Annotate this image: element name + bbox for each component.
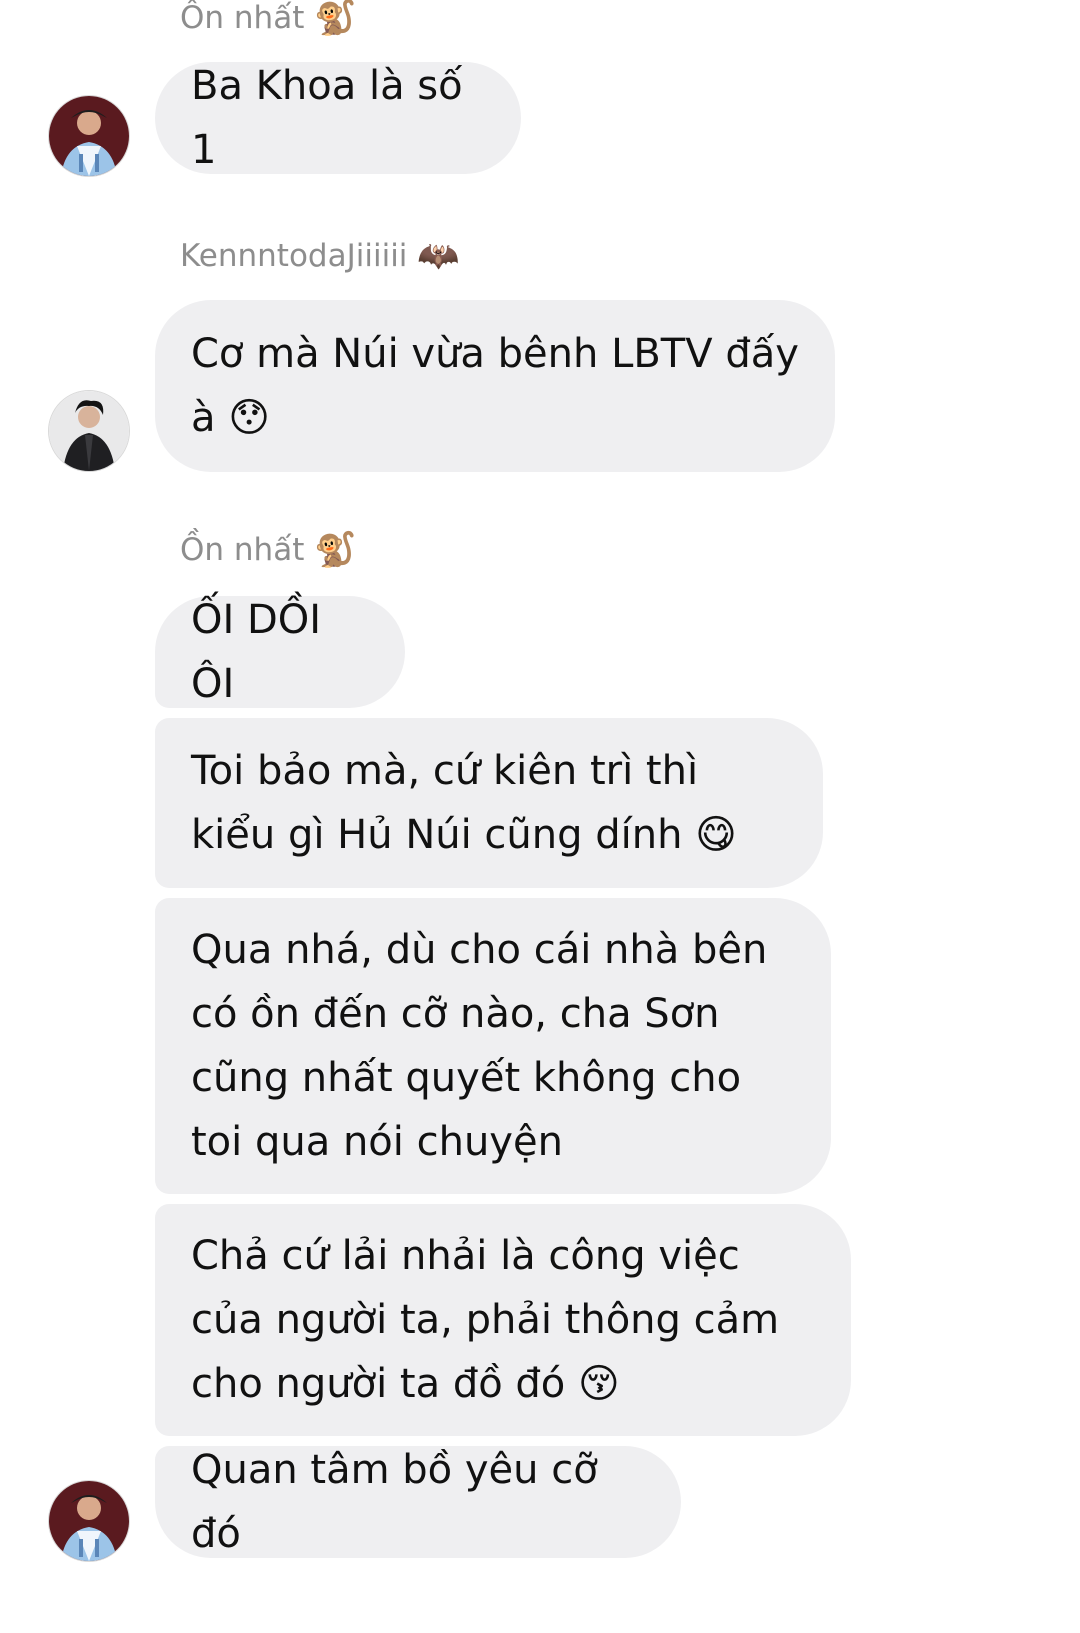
message-bubble[interactable]: Quan tâm bồ yêu cỡ đó: [155, 1446, 681, 1558]
sender-name-text: Ồn nhất: [180, 0, 305, 36]
message-text: Qua nhá, dù cho cái nhà bên có ồn đến cỡ…: [191, 927, 768, 1165]
sender-name: KennntodaJiiiiii 🦇: [180, 238, 460, 274]
avatar-dark-jacket-icon: [49, 391, 129, 471]
bat-icon: 🦇: [417, 236, 460, 276]
message-text: Ba Khoa là số 1: [191, 63, 463, 173]
message-text: Chả cứ lải nhải là công việc của người t…: [191, 1233, 780, 1407]
message-bubble[interactable]: Chả cứ lải nhải là công việc của người t…: [155, 1204, 851, 1436]
message-bubble[interactable]: Cơ mà Núi vừa bênh LBTV đấy à 😯: [155, 300, 835, 472]
sender-name-text: Ồn nhất: [180, 532, 305, 568]
avatar-red-jacket-icon: [49, 1481, 129, 1561]
message-bubble[interactable]: Ba Khoa là số 1: [155, 62, 521, 174]
avatar[interactable]: [48, 95, 130, 177]
chat-thread: Ồn nhất 🐒 Ba Khoa là số 1 KennntodaJiiii…: [0, 0, 1080, 1633]
sender-name: Ồn nhất 🐒: [180, 0, 357, 36]
sender-name: Ồn nhất 🐒: [180, 532, 357, 568]
monkey-icon: 🐒: [314, 530, 357, 570]
avatar-red-jacket-icon: [49, 96, 129, 176]
message-bubble[interactable]: Qua nhá, dù cho cái nhà bên có ồn đến cỡ…: [155, 898, 831, 1194]
message-text: Toi bảo mà, cứ kiên trì thì kiểu gì Hủ N…: [191, 748, 737, 858]
monkey-icon: 🐒: [314, 0, 357, 38]
message-text: Quan tâm bồ yêu cỡ đó: [191, 1447, 598, 1557]
avatar[interactable]: [48, 1480, 130, 1562]
message-bubble[interactable]: ỐI DỒI ÔI: [155, 596, 405, 708]
avatar[interactable]: [48, 390, 130, 472]
message-text: ỐI DỒI ÔI: [191, 597, 322, 707]
sender-name-text: KennntodaJiiiiii: [180, 238, 408, 274]
message-text: Cơ mà Núi vừa bênh LBTV đấy à 😯: [191, 331, 799, 441]
message-bubble[interactable]: Toi bảo mà, cứ kiên trì thì kiểu gì Hủ N…: [155, 718, 823, 888]
